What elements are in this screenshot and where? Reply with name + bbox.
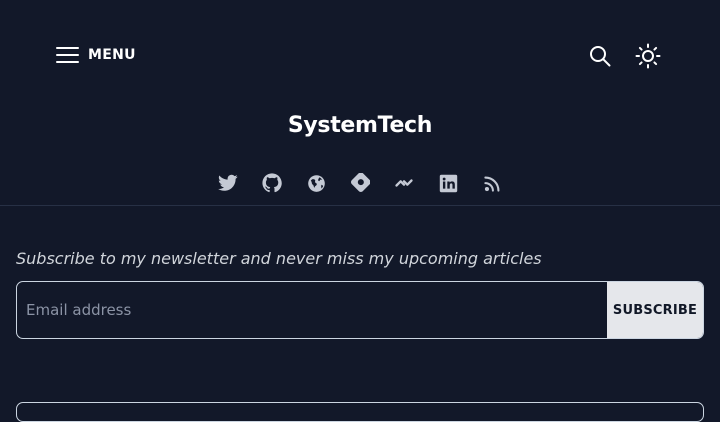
rss-link[interactable] (482, 171, 502, 195)
site-title[interactable]: SystemTech (0, 113, 720, 138)
github-link[interactable] (262, 171, 282, 195)
header-divider (0, 205, 720, 206)
next-section-card (16, 402, 704, 422)
linkedin-icon (439, 174, 457, 192)
rss-icon (483, 176, 499, 192)
social-links (0, 171, 720, 195)
twitter-icon (218, 174, 238, 191)
newsletter-form: SUBSCRIBE (16, 281, 704, 339)
top-bar: MENU (0, 0, 720, 110)
hashnode-link[interactable] (350, 171, 370, 195)
polywork-link[interactable] (394, 171, 414, 195)
website-link[interactable] (306, 171, 326, 195)
search-button[interactable] (587, 43, 613, 69)
hashnode-icon (351, 173, 370, 192)
github-icon (262, 173, 282, 193)
theme-toggle-button[interactable] (635, 43, 661, 69)
linkedin-link[interactable] (438, 171, 458, 195)
hamburger-icon (56, 47, 79, 63)
twitter-link[interactable] (218, 171, 238, 195)
menu-label: MENU (88, 47, 136, 63)
subscribe-button[interactable]: SUBSCRIBE (607, 282, 703, 338)
menu-button[interactable]: MENU (56, 43, 136, 67)
sun-icon (635, 43, 661, 69)
newsletter-prompt: Subscribe to my newsletter and never mis… (16, 249, 542, 268)
search-icon (590, 46, 611, 67)
email-input[interactable] (17, 282, 607, 338)
globe-icon (307, 174, 325, 192)
polywork-icon (395, 179, 413, 187)
